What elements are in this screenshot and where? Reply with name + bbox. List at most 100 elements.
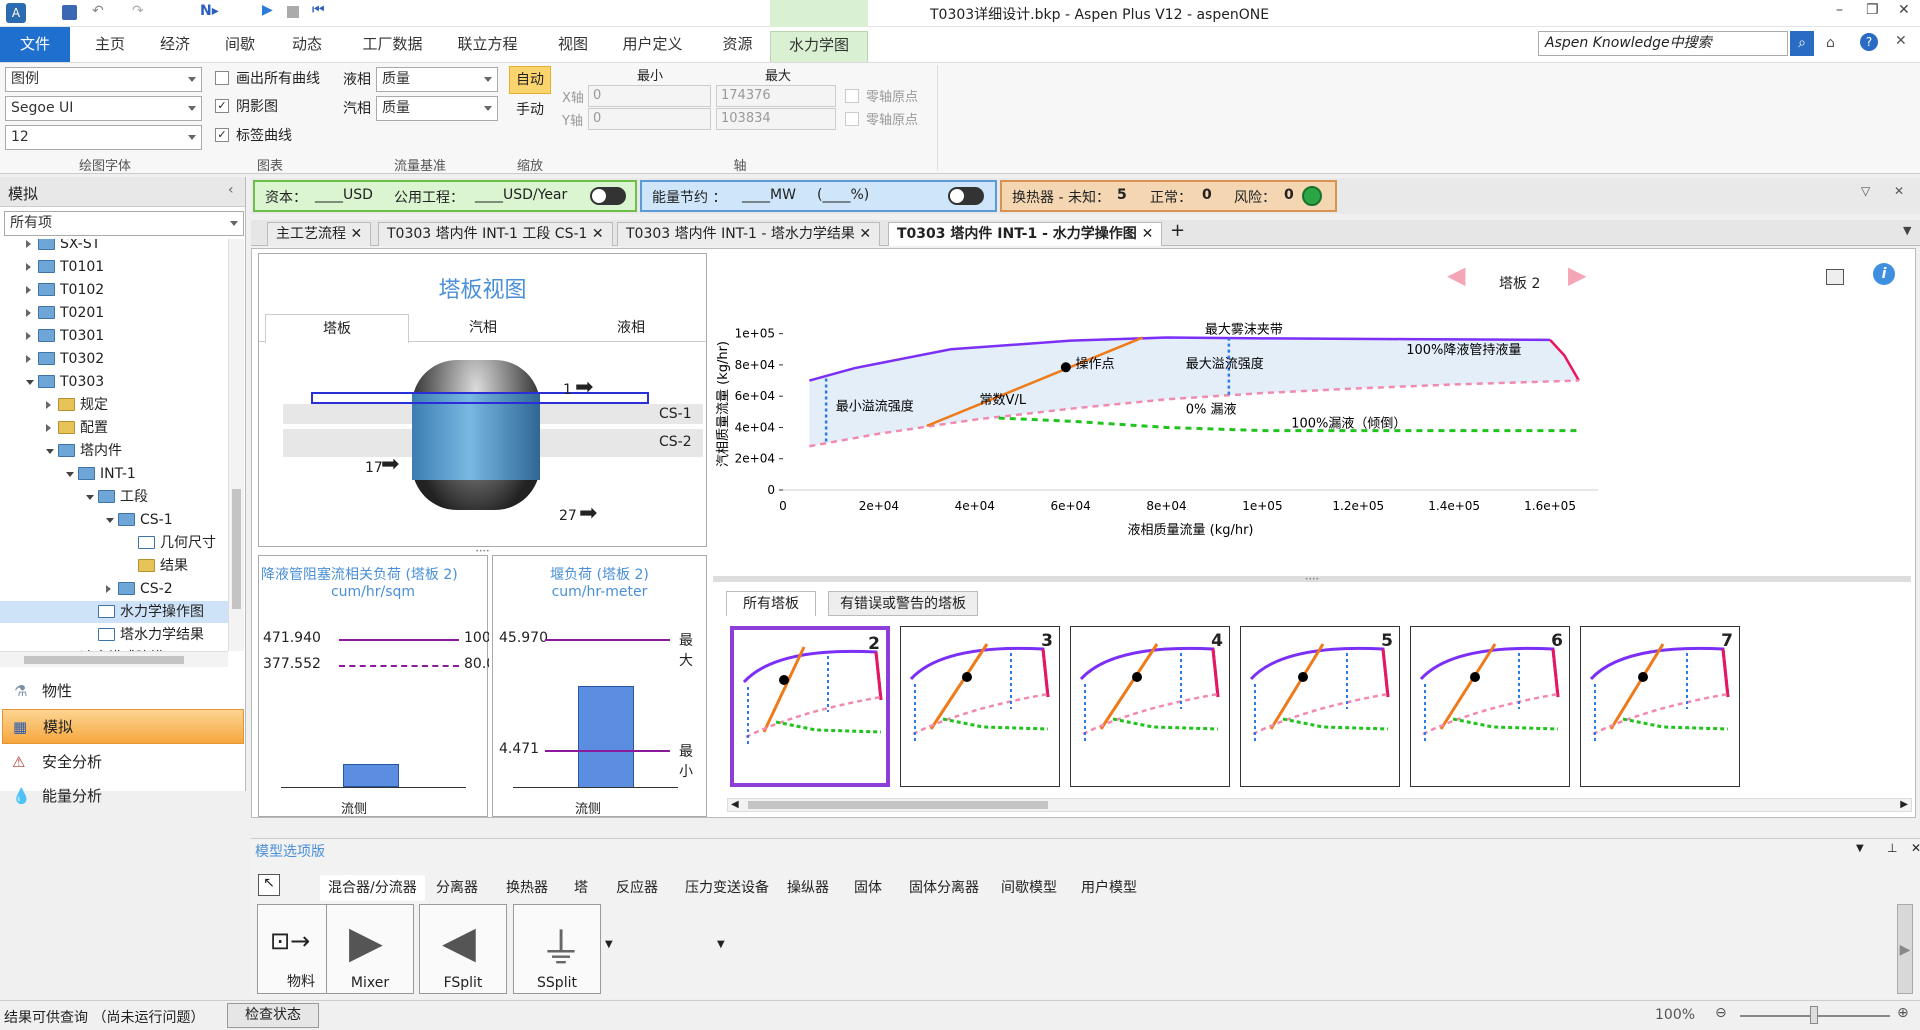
tree-hscroll-thumb[interactable] [24, 656, 184, 664]
tree-item[interactable]: T0301 [0, 325, 228, 347]
maximize-button[interactable]: ❐ [1866, 2, 1879, 18]
reset-icon[interactable]: ⏮ [312, 2, 325, 18]
nav-properties-button[interactable]: ⚗ 物性 [2, 674, 244, 709]
expand-toggle-icon[interactable] [46, 424, 51, 432]
nav-safety-button[interactable]: ⚠ 安全分析 [2, 745, 244, 780]
auto-zoom-button[interactable]: 自动 [509, 66, 551, 94]
palette-tab[interactable]: 用户模型 [1081, 875, 1137, 901]
kpi-close-icon[interactable]: ✕ [1894, 184, 1904, 198]
tab-economics[interactable]: 经济 [150, 31, 200, 58]
expand-toggle-icon[interactable] [106, 585, 111, 593]
y-min-input[interactable]: 0 [588, 108, 711, 130]
tab-resources[interactable]: 资源 [710, 31, 765, 58]
tab-file[interactable]: 文件 [0, 27, 70, 62]
nav-simulation-button[interactable]: ▦ 模拟 [2, 709, 244, 744]
liquid-basis-select[interactable]: 质量 [376, 67, 498, 92]
tab-home[interactable]: 主页 [85, 31, 135, 58]
tab-list-icon[interactable]: ▼ [1903, 224, 1911, 237]
palette-pin-icon[interactable]: ⊥ [1887, 841, 1897, 855]
tray-thumbnail[interactable]: 4 [1070, 626, 1230, 787]
vapor-basis-select[interactable]: 质量 [376, 96, 498, 121]
thumbnail-scroll-right[interactable]: ▶ [1900, 799, 1908, 810]
tree-hscrollbar[interactable] [0, 651, 228, 667]
prev-tray-arrow[interactable]: ◀ [1447, 261, 1465, 289]
thumbnail-tab-all[interactable]: 所有塔板 [726, 591, 816, 616]
x-max-input[interactable]: 174376 [716, 85, 836, 107]
info-icon[interactable]: i [1873, 263, 1895, 285]
palette-options-icon[interactable]: ▼ [1856, 843, 1864, 854]
run-icon[interactable]: ▶ [262, 2, 273, 18]
nav-filter-select[interactable]: 所有项 [4, 211, 244, 236]
expand-toggle-icon[interactable] [26, 240, 31, 248]
palette-tab[interactable]: 换热器 [506, 875, 548, 901]
tray-view-tab-tray[interactable]: 塔板 [265, 314, 409, 343]
doc-tab-main-flowsheet[interactable]: 主工艺流程 ✕ [267, 222, 372, 246]
expand-toggle-icon[interactable] [66, 472, 74, 477]
tree-item[interactable]: T0302 [0, 348, 228, 370]
zoom-in-icon[interactable]: ⊕ [1897, 1005, 1909, 1021]
tree-item[interactable]: 水力学操作图 [0, 601, 228, 623]
tab-plant-data[interactable]: 工厂数据 [355, 31, 430, 58]
search-input[interactable]: Aspen Knowledge中搜索 [1538, 31, 1788, 56]
thumbnail-scroll-left[interactable]: ◀ [731, 799, 739, 810]
font-family-select[interactable]: Segoe UI [5, 96, 202, 121]
label-curves-checkbox[interactable]: ✓ [215, 128, 229, 142]
expand-toggle-icon[interactable] [26, 309, 31, 317]
nav-energy-button[interactable]: 💧 能量分析 [2, 779, 244, 814]
tray-thumbnail[interactable]: 7 [1580, 626, 1740, 787]
collapse-nav-icon[interactable]: ‹ [228, 182, 234, 198]
redo-icon[interactable]: ↷ [132, 3, 144, 19]
expand-toggle-icon[interactable] [26, 380, 34, 385]
tree-item[interactable]: T0101 [0, 256, 228, 278]
tray-view-tab-liquid[interactable]: 液相 [557, 314, 705, 342]
x-min-input[interactable]: 0 [588, 85, 711, 107]
legend-font-select[interactable]: 图例 [5, 67, 202, 92]
search-icon[interactable]: ⌕ [1790, 31, 1814, 56]
tree-item[interactable]: 结果 [0, 555, 228, 577]
tray-thumbnail[interactable]: 3 [900, 626, 1060, 787]
doc-tab-hydraulics-results[interactable]: T0303 塔内件 INT-1 - 塔水力学结果 ✕ [617, 222, 881, 246]
ssplit-dropdown-icon[interactable]: ▼ [717, 939, 725, 950]
palette-tab[interactable]: 操纵器 [787, 875, 829, 901]
tab-dynamics[interactable]: 动态 [282, 31, 332, 58]
tree-item[interactable]: T0303 [0, 371, 228, 393]
app-icon[interactable]: A [6, 3, 26, 23]
thumbnail-scroll-thumb[interactable] [748, 801, 1048, 809]
expand-toggle-icon[interactable] [26, 263, 31, 271]
tray-view-splitter[interactable]: •••• [258, 548, 707, 555]
draw-all-curves-checkbox[interactable] [215, 71, 229, 85]
check-status-button[interactable]: 检查状态 [227, 1003, 319, 1028]
stop-icon[interactable] [287, 6, 299, 18]
tab-customize[interactable]: 用户定义 [615, 31, 690, 58]
palette-ssplit[interactable]: ⏚ SSplit [513, 904, 601, 994]
chart-splitter[interactable]: •••• [713, 576, 1911, 583]
doc-tab-hydraulics-plot[interactable]: T0303 塔内件 INT-1 - 水力学操作图 ✕ [888, 222, 1163, 246]
tree-vscrollbar[interactable] [228, 239, 244, 651]
tree-item[interactable]: 塔水力学结果 [0, 624, 228, 646]
palette-mixer[interactable]: ▶ Mixer [326, 904, 414, 994]
save-icon[interactable] [62, 5, 77, 20]
home-icon[interactable]: ⌂ [1826, 35, 1835, 51]
palette-tab[interactable]: 混合器/分流器 [320, 875, 425, 901]
tree-item[interactable]: 塔内件 [0, 440, 228, 462]
x-zero-origin-checkbox[interactable] [845, 89, 859, 103]
y-zero-origin-checkbox[interactable] [845, 112, 859, 126]
palette-tab[interactable]: 固体 [854, 875, 882, 901]
palette-tab[interactable]: 反应器 [616, 875, 658, 901]
tab-equation-oriented[interactable]: 联立方程 [450, 31, 525, 58]
palette-tab[interactable]: 固体分离器 [909, 875, 979, 901]
hx-status-icon[interactable] [1302, 186, 1322, 206]
thumbnail-hscrollbar[interactable]: ◀ ▶ [727, 798, 1912, 812]
expand-toggle-icon[interactable] [46, 449, 54, 454]
tray-thumbnail[interactable]: 2 [730, 626, 890, 787]
kpi-collapse-icon[interactable]: ▽ [1861, 184, 1870, 198]
next-icon[interactable]: N▸ [200, 3, 219, 19]
tree-vscroll-thumb[interactable] [232, 489, 241, 609]
tray-thumbnail[interactable]: 5 [1240, 626, 1400, 787]
tree-item[interactable]: 几何尺寸 [0, 532, 228, 554]
pointer-tool[interactable]: ↖ [258, 874, 280, 896]
tree-item[interactable]: T0201 [0, 302, 228, 324]
tree-item[interactable]: CS-1 [0, 509, 228, 531]
tab-batch[interactable]: 间歇 [215, 31, 265, 58]
font-size-select[interactable]: 12 [5, 125, 202, 150]
